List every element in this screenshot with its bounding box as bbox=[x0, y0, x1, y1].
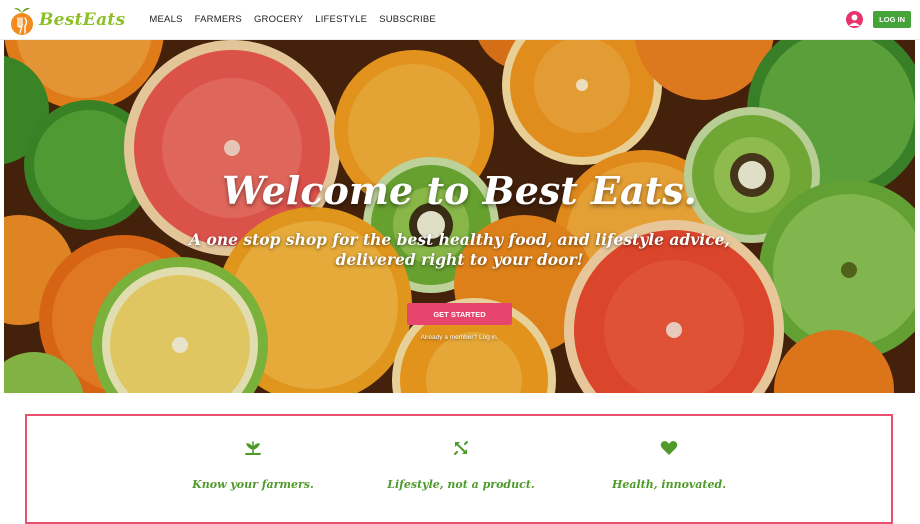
get-started-button[interactable]: GET STARTED bbox=[407, 303, 512, 325]
features-panel: Know your farmers. Lifestyle, not a prod… bbox=[25, 414, 893, 524]
sprout-icon bbox=[245, 441, 261, 455]
main-nav: MEALS FARMERS GROCERY LIFESTYLE SUBSCRIB… bbox=[149, 14, 448, 25]
brand-name: BestEats bbox=[39, 9, 126, 30]
nav-link-subscribe[interactable]: SUBSCRIBE bbox=[379, 14, 436, 25]
nav-link-grocery[interactable]: GROCERY bbox=[254, 14, 303, 25]
login-button[interactable]: LOG IN bbox=[873, 11, 911, 28]
arrows-diagonal-icon bbox=[454, 441, 468, 455]
feature-health: Health, innovated. bbox=[539, 416, 799, 491]
user-circle-icon[interactable] bbox=[846, 11, 864, 28]
member-login-link[interactable]: Already a member? Log in. bbox=[4, 334, 915, 341]
logo[interactable]: BestEats bbox=[10, 4, 125, 36]
hero-title: Welcome to Best Eats. bbox=[222, 168, 697, 213]
nav-link-lifestyle[interactable]: LIFESTYLE bbox=[315, 14, 367, 25]
nav-actions: LOG IN bbox=[846, 11, 911, 28]
user-silhouette-icon bbox=[849, 14, 861, 26]
orange-logo-icon bbox=[11, 7, 33, 35]
navbar: BestEats MEALS FARMERS GROCERY LIFESTYLE… bbox=[0, 0, 920, 40]
hero-banner: Welcome to Best Eats. A one stop shop fo… bbox=[4, 40, 915, 393]
nav-link-farmers[interactable]: FARMERS bbox=[195, 14, 242, 25]
nav-link-meals[interactable]: MEALS bbox=[149, 14, 182, 25]
heart-icon bbox=[660, 441, 678, 455]
feature-label-health: Health, innovated. bbox=[611, 478, 727, 491]
hero-subtitle: A one stop shop for the best healthy foo… bbox=[189, 230, 730, 269]
